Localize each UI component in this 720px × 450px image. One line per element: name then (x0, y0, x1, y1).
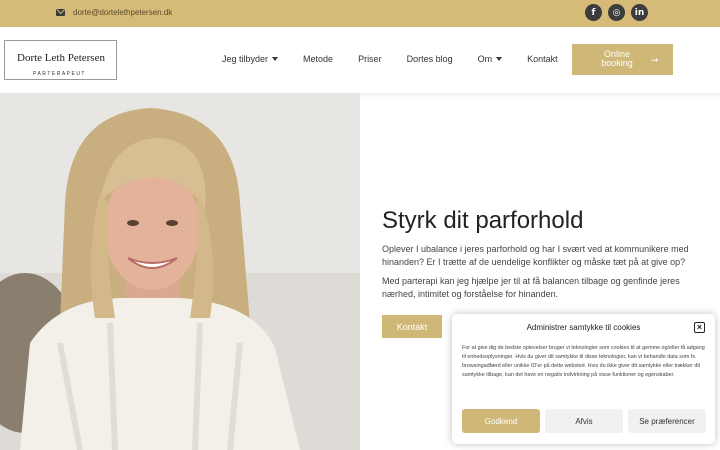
hero-section: Styrk dit parforhold Oplever I ubalance … (382, 207, 702, 307)
logo-subtitle: PARTERAPEUT (33, 71, 86, 77)
portrait-illustration (0, 93, 360, 450)
cookie-preferences-button[interactable]: Se præferencer (628, 409, 706, 433)
chevron-down-icon (496, 57, 503, 61)
facebook-icon[interactable]: f (585, 4, 602, 21)
hero-title: Styrk dit parforhold (382, 207, 584, 234)
instagram-icon[interactable]: ◎ (608, 4, 625, 21)
nav-label: Priser (358, 54, 382, 64)
envelope-icon (56, 9, 65, 16)
cookie-title: Administrer samtykke til cookies (526, 323, 641, 332)
kontakt-button[interactable]: Kontakt (382, 315, 442, 338)
nav-label: Metode (303, 54, 334, 64)
arrow-right-icon: ➞ (651, 55, 659, 65)
cookie-consent-dialog: Administrer samtykke til cookies × For a… (452, 314, 715, 444)
social-links: f ◎ in (585, 4, 648, 21)
linkedin-icon[interactable]: in (631, 4, 648, 21)
cookie-text: For at give dig de bedste oplevelser bru… (462, 345, 705, 378)
nav-label: Kontakt (527, 54, 558, 64)
nav-label: Dortes blog (406, 54, 453, 64)
site-header: Dorte Leth Petersen PARTERAPEUT Jeg tilb… (0, 27, 720, 93)
online-booking-button[interactable]: Online booking ➞ (572, 44, 673, 75)
logo-name: Dorte Leth Petersen (17, 52, 105, 64)
main-nav: Jeg tilbyder Metode Priser Dortes blog O… (222, 54, 558, 64)
nav-item-jeg-tilbyder[interactable]: Jeg tilbyder (222, 54, 279, 64)
nav-item-metode[interactable]: Metode (303, 54, 333, 64)
logo[interactable]: Dorte Leth Petersen PARTERAPEUT (4, 40, 117, 80)
deny-cookies-button[interactable]: Afvis (545, 409, 623, 433)
close-icon[interactable]: × (694, 322, 705, 333)
hero-paragraph-2: Med parterapi kan jeg hjælpe jer til at … (382, 276, 680, 299)
nav-item-dortes-blog[interactable]: Dortes blog (407, 54, 453, 64)
booking-label: Online booking (601, 49, 633, 68)
portrait-photo (0, 93, 360, 450)
nav-label: Jeg tilbyder (222, 54, 269, 64)
email-text: dorte@dortelethpetersen.dk (73, 8, 173, 17)
chevron-down-icon (272, 57, 279, 61)
nav-item-om[interactable]: Om (478, 54, 503, 64)
hero-paragraph-1: Oplever I ubalance i jeres parforhold og… (382, 244, 689, 267)
top-bar: dorte@dortelethpetersen.dk f ◎ in (0, 0, 720, 27)
nav-item-priser[interactable]: Priser (358, 54, 382, 64)
nav-item-kontakt[interactable]: Kontakt (527, 54, 558, 64)
nav-label: Om (477, 54, 493, 64)
email-link[interactable]: dorte@dortelethpetersen.dk (56, 8, 172, 17)
accept-cookies-button[interactable]: Godkend (462, 409, 540, 433)
